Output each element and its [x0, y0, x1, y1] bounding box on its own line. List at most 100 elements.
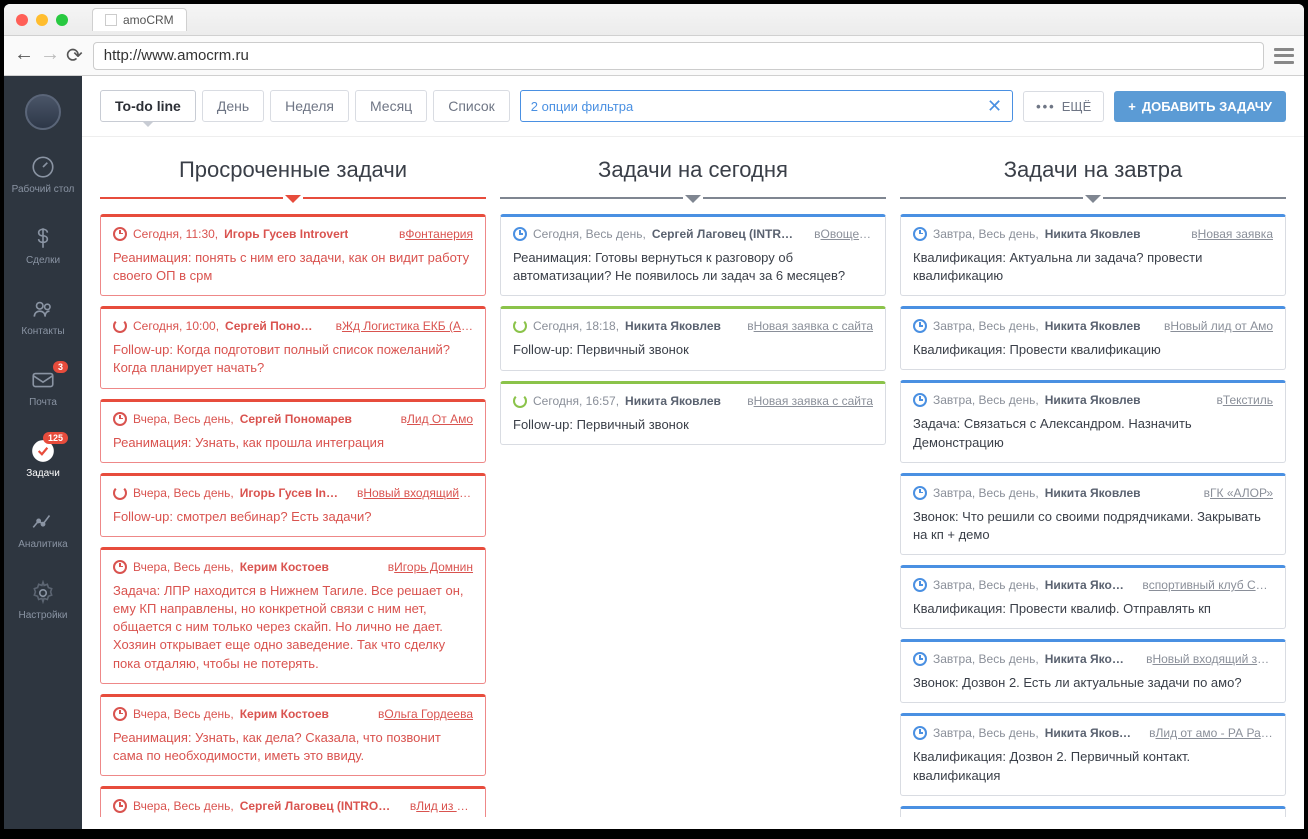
clock-icon	[113, 227, 127, 241]
filter-input-wrap[interactable]: ✕	[520, 90, 1013, 122]
task-link[interactable]: в Лид От Амо	[401, 412, 473, 426]
task-assignee: Сергей Лаговец (INTROVERT)	[652, 227, 798, 241]
card-list: Сегодня, 11:30, Игорь Гусев Introvert в Фо…	[100, 214, 486, 817]
task-body: Звонок: Дозвон 2. Есть ли актуальные зад…	[913, 674, 1273, 692]
task-body: Follow-up: Когда подготовит полный списо…	[113, 341, 473, 377]
task-link[interactable]: в Игорь Домнин	[388, 560, 473, 574]
task-card[interactable]: Сегодня, 18:18,Никита Яковлевв Новая зая…	[500, 306, 886, 370]
task-card[interactable]: Завтра, Весь день,Никита Яковлевв спорти…	[900, 565, 1286, 629]
task-card[interactable]: Сегодня, 11:30,Игорь Гусев Introvertв Фо…	[100, 214, 486, 296]
task-link[interactable]: в Фонтанерия	[399, 227, 473, 241]
browser-tab[interactable]: amoCRM	[92, 8, 187, 31]
add-task-button[interactable]: + ДОБАВИТЬ ЗАДАЧУ	[1114, 91, 1286, 122]
column-divider	[100, 197, 486, 200]
task-link[interactable]: в ГК «АЛОР»	[1204, 486, 1273, 500]
task-link[interactable]: в Новый входящий звонок	[1146, 652, 1273, 666]
column-tomorrow: Задачи на завтра Завтра, Весь день,Никит…	[900, 149, 1286, 817]
task-link[interactable]: в Новый лид от Амо	[1164, 319, 1273, 333]
task-body: Follow-up: смотрел вебинар? Есть задачи?	[113, 508, 473, 526]
tab-list[interactable]: Список	[433, 90, 510, 122]
tab-day[interactable]: День	[202, 90, 264, 122]
task-card[interactable]: Завтра, Весь день,Никита Яковлевв Лид от…	[900, 806, 1286, 817]
task-card[interactable]: Сегодня, 10:00,Сергей Пономаревв Жд Логи…	[100, 306, 486, 388]
task-time: Вчера, Весь день,	[133, 707, 234, 721]
column-title: Задачи на сегодня	[500, 149, 886, 197]
titlebar: amoCRM	[4, 4, 1304, 36]
task-card[interactable]: Вчера, Весь день,Керим Костоевв Ольга Го…	[100, 694, 486, 776]
task-link[interactable]: в Новый входящий звонок	[357, 486, 473, 500]
clock-icon	[913, 652, 927, 666]
sidebar-item-settings[interactable]: Настройки	[4, 574, 82, 627]
task-time: Завтра, Весь день,	[933, 652, 1039, 666]
task-columns: Просроченные задачи Сегодня, 11:30, Игорь…	[82, 137, 1304, 829]
task-card[interactable]: Сегодня, 16:57,Никита Яковлевв Новая зая…	[500, 381, 886, 445]
task-link[interactable]: в Лид из чата	[410, 799, 473, 813]
mail-badge: 3	[53, 361, 68, 373]
tasks-badge: 125	[43, 432, 68, 444]
clock-icon	[913, 319, 927, 333]
column-title: Просроченные задачи	[100, 149, 486, 197]
sidebar-item-deals[interactable]: Сделки	[4, 219, 82, 272]
tab-title: amoCRM	[123, 13, 174, 27]
avatar[interactable]	[25, 94, 61, 130]
task-assignee: Сергей Пономарев	[240, 412, 352, 426]
task-card[interactable]: Завтра, Весь день,Никита Яковлевв Новая …	[900, 214, 1286, 296]
task-card[interactable]: Вчера, Весь день,Игорь Гусев Introvertв …	[100, 473, 486, 537]
task-link[interactable]: в Текстиль	[1216, 393, 1273, 407]
spinner-icon	[113, 486, 127, 500]
reload-icon[interactable]: ⟳	[66, 43, 83, 68]
task-link[interactable]: в спортивный клуб CLUB 18	[1142, 578, 1273, 592]
task-link[interactable]: в Новая заявка	[1191, 227, 1273, 241]
task-time: Завтра, Весь день,	[933, 393, 1039, 407]
minimize-window[interactable]	[36, 14, 48, 26]
column-title: Задачи на завтра	[900, 149, 1286, 197]
task-time: Сегодня, 11:30,	[133, 227, 218, 241]
task-time: Завтра, Весь день,	[933, 319, 1039, 333]
clock-icon	[913, 486, 927, 500]
sidebar-item-analytics[interactable]: Аналитика	[4, 503, 82, 556]
url-bar[interactable]: http://www.amocrm.ru	[93, 42, 1264, 70]
task-link[interactable]: в Лид от амо - РА Радуш	[1149, 726, 1273, 740]
tab-month[interactable]: Месяц	[355, 90, 427, 122]
forward-icon[interactable]: →	[40, 43, 60, 68]
task-card[interactable]: Вчера, Весь день,Сергей Лаговец (INTROVE…	[100, 786, 486, 817]
sidebar-item-dashboard[interactable]: Рабочий стол	[4, 148, 82, 201]
task-card[interactable]: Вчера, Весь день,Сергей Пономаревв Лид О…	[100, 399, 486, 463]
sidebar-label: Контакты	[21, 326, 64, 337]
task-card[interactable]: Сегодня, Весь день,Сергей Лаговец (INTRO…	[500, 214, 886, 296]
filter-input[interactable]	[531, 99, 987, 114]
menu-icon[interactable]	[1274, 48, 1294, 64]
clear-filter-icon[interactable]: ✕	[987, 96, 1002, 117]
view-tabs: To-do line День Неделя Месяц Список	[100, 90, 510, 122]
task-link[interactable]: в Новая заявка с сайта	[747, 319, 873, 333]
add-label: ДОБАВИТЬ ЗАДАЧУ	[1142, 99, 1272, 114]
task-assignee: Игорь Гусев Introvert	[240, 486, 341, 500]
close-window[interactable]	[16, 14, 28, 26]
task-time: Завтра, Весь день,	[933, 726, 1039, 740]
task-body: Follow-up: Первичный звонок	[513, 416, 873, 434]
back-icon[interactable]: ←	[14, 43, 34, 68]
task-card[interactable]: Завтра, Весь день,Никита Яковлевв Лид от…	[900, 713, 1286, 795]
task-link[interactable]: в Овощебаза	[814, 227, 873, 241]
sidebar-label: Сделки	[26, 255, 60, 266]
task-body: Квалификация: Актуальна ли задача? прове…	[913, 249, 1273, 285]
more-button[interactable]: ••• ЕЩЁ	[1023, 91, 1104, 122]
sidebar-label: Рабочий стол	[12, 184, 75, 195]
task-card[interactable]: Завтра, Весь день,Никита Яковлевв Новый …	[900, 306, 1286, 370]
app-root: Рабочий стол Сделки Контакты Почта 3 Зад…	[4, 76, 1304, 829]
task-link[interactable]: в Жд Логистика ЕКБ (Андрей)	[336, 319, 473, 333]
sidebar-item-mail[interactable]: Почта 3	[4, 361, 82, 414]
tab-week[interactable]: Неделя	[270, 90, 349, 122]
task-card[interactable]: Завтра, Весь день,Никита Яковлевв Тексти…	[900, 380, 1286, 462]
task-card[interactable]: Завтра, Весь день,Никита Яковлевв Новый …	[900, 639, 1286, 703]
sidebar-item-tasks[interactable]: Задачи 125	[4, 432, 82, 485]
maximize-window[interactable]	[56, 14, 68, 26]
task-link[interactable]: в Ольга Гордеева	[378, 707, 473, 721]
task-link[interactable]: в Новая заявка с сайта	[747, 394, 873, 408]
sidebar-item-contacts[interactable]: Контакты	[4, 290, 82, 343]
task-body: Квалификация: Провести квалиф. Отправлят…	[913, 600, 1273, 618]
task-card[interactable]: Завтра, Весь день,Никита Яковлевв ГК «АЛ…	[900, 473, 1286, 555]
task-card[interactable]: Вчера, Весь день,Керим Костоевв Игорь До…	[100, 547, 486, 684]
tab-todo-line[interactable]: To-do line	[100, 90, 196, 122]
task-body: Квалификация: Провести квалификацию	[913, 341, 1273, 359]
